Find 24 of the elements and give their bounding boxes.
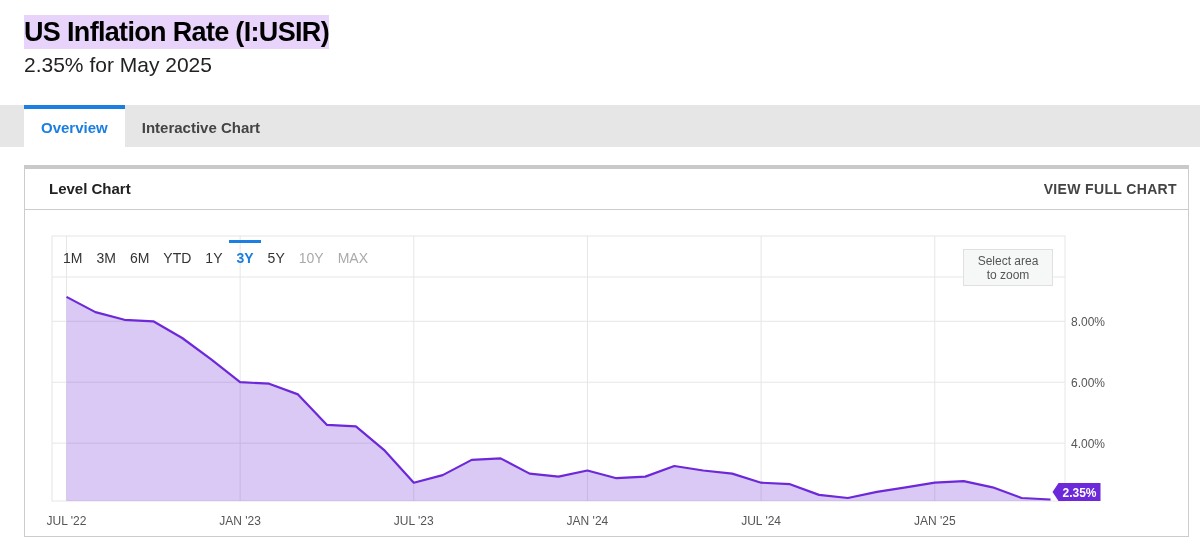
axis-label: JUL '24 [741,514,782,528]
zoom-hint: Select area to zoom [963,249,1053,286]
page-subtitle: 2.35% for May 2025 [24,52,213,78]
range-button[interactable]: 1M [56,240,90,274]
range-button[interactable]: 6M [122,240,157,274]
view-full-chart-link[interactable]: VIEW FULL CHART [1043,178,1177,200]
axis-label: JAN '25 [913,514,956,528]
range-button[interactable]: 3M [89,240,123,274]
value-badge: 2.35% [1052,483,1101,501]
axis-label: 6.00% [1071,376,1106,391]
range-button[interactable]: 3Y [229,240,261,274]
card-title: Level Chart [49,178,131,199]
axis-label: JUL '23 [393,514,434,528]
axis-label: 4.00% [1071,437,1106,452]
range-button[interactable]: 1Y [198,240,230,274]
range-button[interactable]: 5Y [260,240,292,274]
axis-label: JAN '23 [219,514,261,528]
axis-label: JUL '22 [46,514,87,528]
axis-label: 8.00% [1071,315,1106,330]
tab[interactable]: Overview [24,105,125,147]
axis-label: JAN '24 [566,514,609,528]
range-button[interactable]: YTD [156,240,199,274]
tab[interactable]: Interactive Chart [124,105,278,147]
page-title: US Inflation Rate (I:USIR) [24,15,329,49]
